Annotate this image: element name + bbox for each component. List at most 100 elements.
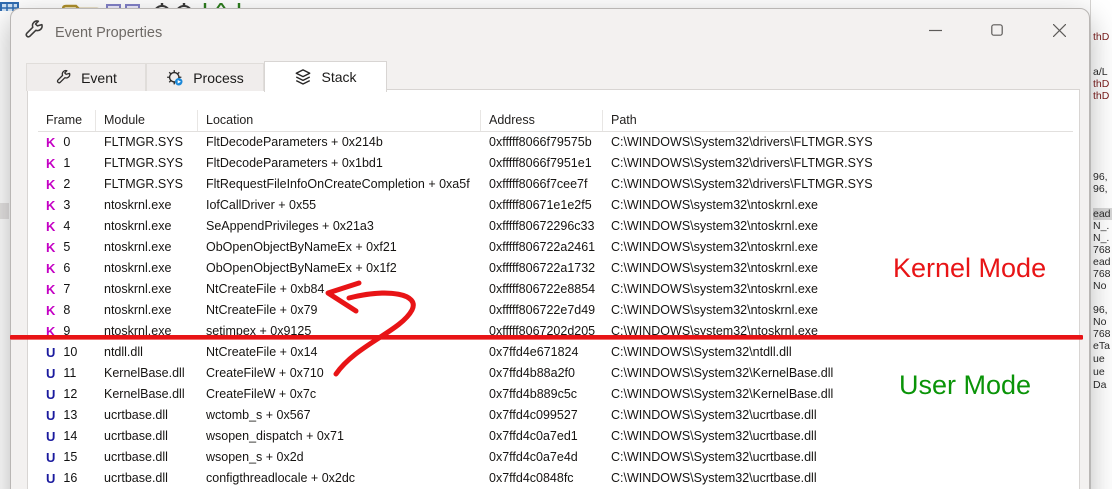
path-cell: C:\WINDOWS\System32\KernelBase.dll <box>603 384 1073 405</box>
module-cell: FLTMGR.SYS <box>96 153 198 174</box>
address-cell: 0xfffff806722a1732 <box>481 258 603 279</box>
address-cell: 0x7ffd4b889c5c <box>481 384 603 405</box>
location-cell: FltDecodeParameters + 0x1bd1 <box>198 153 481 174</box>
path-cell: C:\WINDOWS\System32\ucrtbase.dll <box>603 426 1073 447</box>
background-text-fragment: eTa <box>1093 340 1110 352</box>
table-row[interactable]: U12KernelBase.dllCreateFileW + 0x7c0x7ff… <box>38 384 1073 405</box>
location-cell: setjmpex + 0x9125 <box>198 321 481 342</box>
minimize-button[interactable] <box>913 13 957 47</box>
table-row[interactable]: K8ntoskrnl.exeNtCreateFile + 0x790xfffff… <box>38 300 1073 321</box>
tab-bar: Event Process <box>26 61 387 91</box>
table-row[interactable]: K7ntoskrnl.exeNtCreateFile + 0xb840xffff… <box>38 279 1073 300</box>
module-cell: ucrtbase.dll <box>96 405 198 426</box>
path-cell: C:\WINDOWS\System32\KernelBase.dll <box>603 363 1073 384</box>
wrench-icon <box>23 19 45 46</box>
close-button[interactable] <box>1037 13 1081 47</box>
stack-tab-page: Frame Module Location Address Path K0FLT… <box>27 89 1080 489</box>
frame-number: 12 <box>63 384 77 405</box>
background-text-fragment: 768 <box>1093 244 1111 256</box>
module-cell: KernelBase.dll <box>96 384 198 405</box>
module-cell: ntoskrnl.exe <box>96 321 198 342</box>
path-cell: C:\WINDOWS\System32\ucrtbase.dll <box>603 468 1073 489</box>
table-row[interactable]: K4ntoskrnl.exeSeAppendPrivileges + 0x21a… <box>38 216 1073 237</box>
tab-event[interactable]: Event <box>26 63 146 91</box>
maximize-button[interactable] <box>975 13 1019 47</box>
module-cell: ntoskrnl.exe <box>96 279 198 300</box>
address-cell: 0xfffff8066f7cee7f <box>481 174 603 195</box>
background-text-fragment: N_. <box>1093 232 1109 244</box>
background-text-fragment: 768 <box>1093 328 1111 340</box>
column-header-frame[interactable]: Frame <box>38 110 96 131</box>
path-cell: C:\WINDOWS\System32\drivers\FLTMGR.SYS <box>603 174 1073 195</box>
column-header-location[interactable]: Location <box>198 110 481 131</box>
module-cell: ntoskrnl.exe <box>96 258 198 279</box>
table-row[interactable]: K0FLTMGR.SYSFltDecodeParameters + 0x214b… <box>38 132 1073 153</box>
frame-cell: U14 <box>38 426 96 447</box>
address-cell: 0x7ffd4c0848fc <box>481 468 603 489</box>
frame-number: 3 <box>63 195 70 216</box>
address-cell: 0x7ffd4c0a7e4d <box>481 447 603 468</box>
frame-number: 10 <box>63 342 77 363</box>
table-body: K0FLTMGR.SYSFltDecodeParameters + 0x214b… <box>38 132 1073 489</box>
frame-number: 9 <box>63 321 70 342</box>
table-row[interactable]: K5ntoskrnl.exeObOpenObjectByNameEx + 0xf… <box>38 237 1073 258</box>
frame-number: 15 <box>63 447 77 468</box>
maximize-icon <box>991 24 1003 36</box>
table-row[interactable]: K3ntoskrnl.exeIofCallDriver + 0x550xffff… <box>38 195 1073 216</box>
table-header: Frame Module Location Address Path <box>38 110 1073 132</box>
tab-process[interactable]: Process <box>146 63 264 91</box>
wrench-icon <box>55 69 72 86</box>
tab-stack[interactable]: Stack <box>264 61 387 92</box>
module-cell: ucrtbase.dll <box>96 447 198 468</box>
table-row[interactable]: U14ucrtbase.dllwsopen_dispatch + 0x710x7… <box>38 426 1073 447</box>
tab-stack-label: Stack <box>321 69 356 85</box>
background-text-fragment: 768 <box>1093 268 1111 280</box>
column-header-address[interactable]: Address <box>481 110 603 131</box>
frame-cell: U11 <box>38 363 96 384</box>
background-window-edge <box>0 203 9 219</box>
module-cell: FLTMGR.SYS <box>96 174 198 195</box>
address-cell: 0xfffff8066f7951e1 <box>481 153 603 174</box>
column-header-module[interactable]: Module <box>96 110 198 131</box>
event-properties-dialog: Event Properties Event <box>10 8 1090 489</box>
module-cell: ntoskrnl.exe <box>96 216 198 237</box>
user-frame-icon: U <box>46 405 55 426</box>
table-row[interactable]: U10ntdll.dllNtCreateFile + 0x140x7ffd4e6… <box>38 342 1073 363</box>
background-text-fragment: 96, <box>1093 183 1108 195</box>
path-cell: C:\WINDOWS\System32\ucrtbase.dll <box>603 405 1073 426</box>
frame-number: 0 <box>63 132 70 153</box>
module-cell: ntoskrnl.exe <box>96 237 198 258</box>
module-cell: ucrtbase.dll <box>96 426 198 447</box>
location-cell: ObOpenObjectByNameEx + 0xf21 <box>198 237 481 258</box>
location-cell: wctomb_s + 0x567 <box>198 405 481 426</box>
table-row[interactable]: K6ntoskrnl.exeObOpenObjectByNameEx + 0x1… <box>38 258 1073 279</box>
frame-cell: U 12 <box>38 384 96 405</box>
frame-cell: K5 <box>38 237 96 258</box>
table-row[interactable]: U13ucrtbase.dllwctomb_s + 0x5670x7ffd4c0… <box>38 405 1073 426</box>
path-cell: C:\WINDOWS\System32\ucrtbase.dll <box>603 447 1073 468</box>
column-header-path[interactable]: Path <box>603 110 1073 131</box>
user-frame-icon: U <box>46 384 55 405</box>
gear-run-icon <box>166 69 184 87</box>
address-cell: 0x7ffd4b88a2f0 <box>481 363 603 384</box>
path-cell: C:\WINDOWS\system32\ntoskrnl.exe <box>603 321 1073 342</box>
path-cell: C:\WINDOWS\system32\ntoskrnl.exe <box>603 237 1073 258</box>
location-cell: FltRequestFileInfoOnCreateCompletion + 0… <box>198 174 481 195</box>
table-row[interactable]: K9ntoskrnl.exesetjmpex + 0x91250xfffff80… <box>38 321 1073 342</box>
table-row[interactable]: U15ucrtbase.dllwsopen_s + 0x2d0x7ffd4c0a… <box>38 447 1073 468</box>
dialog-titlebar[interactable]: Event Properties <box>11 9 1089 55</box>
location-cell: NtCreateFile + 0x14 <box>198 342 481 363</box>
background-text-fragment: No <box>1093 316 1106 328</box>
table-row[interactable]: K2FLTMGR.SYSFltRequestFileInfoOnCreateCo… <box>38 174 1073 195</box>
minimize-icon <box>929 24 942 37</box>
table-row[interactable]: K1FLTMGR.SYSFltDecodeParameters + 0x1bd1… <box>38 153 1073 174</box>
address-cell: 0xfffff8066f79575b <box>481 132 603 153</box>
location-cell: CreateFileW + 0x710 <box>198 363 481 384</box>
module-cell: ucrtbase.dll <box>96 468 198 489</box>
user-frame-icon: U <box>46 342 55 363</box>
table-row[interactable]: U16ucrtbase.dllconfigthreadlocale + 0x2d… <box>38 468 1073 489</box>
background-text-fragment: ead <box>1093 256 1111 268</box>
table-row[interactable]: U11KernelBase.dllCreateFileW + 0x7100x7f… <box>38 363 1073 384</box>
frame-cell: K7 <box>38 279 96 300</box>
path-cell: C:\WINDOWS\System32\drivers\FLTMGR.SYS <box>603 132 1073 153</box>
